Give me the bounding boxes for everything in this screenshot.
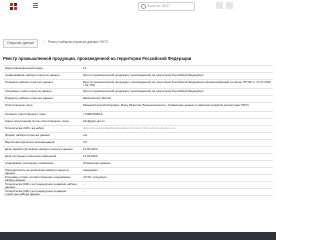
gisp-logo-icon[interactable]	[10, 3, 18, 11]
row-value: Маньков Георгий Игоревич, Фонд Развития …	[83, 103, 249, 107]
row-value: ежедневно	[83, 168, 98, 172]
row-label: Наименование набора открытых данных	[5, 73, 60, 77]
search-placeholder: Поиск по ГИСП	[147, 4, 170, 8]
row-label: Дата последнего внесения изменений	[5, 154, 57, 158]
hamburger-icon[interactable]	[33, 3, 38, 8]
footer	[0, 232, 276, 240]
row-value: info@gisp.gov.ru	[83, 119, 105, 123]
row-value: Реестр промышленной продукции, произведе…	[83, 73, 204, 77]
row-link[interactable]: —	[83, 189, 271, 193]
row-value: пп719, продукция	[83, 175, 107, 179]
table-row: Гиперссылки (URL) на предыдущие редакции…	[3, 182, 273, 189]
table-row: Периодичность актуализации набора открыт…	[3, 168, 273, 175]
row-label: Адрес электронной почты ответственного л…	[5, 119, 69, 123]
row-link[interactable]: gisp.gov.ru/opendata/files/gispdata-curr…	[83, 126, 271, 130]
row-label: Дата первой публикации набора открытых д…	[5, 147, 73, 151]
row-value: 3.0	[83, 140, 88, 144]
table-row: Версия методических рекомендаций 3.0	[3, 140, 273, 147]
table-row: Ключевые слова, соответствующие содержан…	[3, 175, 273, 182]
table-row: Гиперссылки (URL) на предыдущие редакции…	[3, 189, 273, 196]
row-label: Содержание последнего изменения	[5, 161, 54, 165]
table-row: Формат набора открытых данных csv	[3, 133, 273, 140]
search-input[interactable]: Поиск по ГИСП	[138, 2, 195, 11]
table-row: Адрес электронной почты ответственного л…	[3, 119, 273, 126]
breadcrumb: Открытые данные › Реестр наборов открыты…	[0, 37, 276, 49]
passport-table: Идентификационный номер 13 Наименование на…	[3, 65, 273, 196]
breadcrumb-current: Реестр наборов открытых данных ГИСП	[48, 40, 108, 44]
header-button[interactable]	[226, 2, 233, 9]
table-row: Описание набора открытых данных Реестр пр…	[3, 80, 273, 89]
header-button[interactable]	[216, 2, 223, 9]
table-row: Гиперссылка (URL) на набор gisp.gov.ru/op…	[3, 126, 273, 133]
table-row: Дата последнего внесения изменений 14.09.…	[3, 154, 273, 161]
row-label: Ответственное лицо	[5, 103, 33, 107]
row-value: csv	[83, 133, 88, 137]
row-value: Реестр промышленной продукции, произведе…	[83, 80, 271, 88]
row-value: 13	[83, 66, 87, 70]
row-value: 12.09.2023	[83, 147, 98, 151]
row-label: Формат набора открытых данных	[5, 133, 51, 137]
row-value: 14.09.2023	[83, 154, 98, 158]
page-title: Реестр промышленной продукции, произведе…	[3, 56, 192, 61]
search-icon	[141, 4, 146, 9]
row-label: Телефон ответственного лица	[5, 112, 46, 116]
row-value: +74951200016	[83, 112, 103, 116]
chevron-right-icon: ›	[43, 40, 45, 44]
row-label: Гиперссылки (URL) на предыдущие редакции…	[5, 189, 67, 197]
row-label: Идентификационный номер	[5, 66, 43, 70]
top-header: Поиск по ГИСП	[0, 0, 276, 12]
row-value: Минпромторг России	[83, 96, 112, 100]
row-label: Ключевые слова открытых данных	[5, 89, 52, 93]
row-value: Реестр промышленной продукции, произведе…	[83, 89, 204, 93]
row-label: Владелец набора открытых данных	[5, 96, 54, 100]
table-row: Владелец набора открытых данных Минпромто…	[3, 96, 273, 103]
table-row: Ключевые слова открытых данных Реестр про…	[3, 89, 273, 96]
table-row: Наименование набора открытых данных Реест…	[3, 73, 273, 80]
row-label: Описание набора открытых данных	[5, 80, 54, 84]
row-value: Обновление данных	[83, 161, 111, 165]
row-label: Версия методических рекомендаций	[5, 140, 55, 144]
table-row: Идентификационный номер 13	[3, 66, 273, 73]
table-row: Дата первой публикации набора открытых д…	[3, 147, 273, 154]
row-link[interactable]: —	[83, 182, 271, 186]
table-row: Телефон ответственного лица +74951200016	[3, 112, 273, 119]
breadcrumb-home-link[interactable]: Открытые данные	[3, 39, 39, 48]
table-row: Содержание последнего изменения Обновлени…	[3, 161, 273, 168]
table-row: Ответственное лицо Маньков Георгий Игорев…	[3, 103, 273, 112]
row-label: Гиперссылка (URL) на набор	[5, 126, 44, 130]
